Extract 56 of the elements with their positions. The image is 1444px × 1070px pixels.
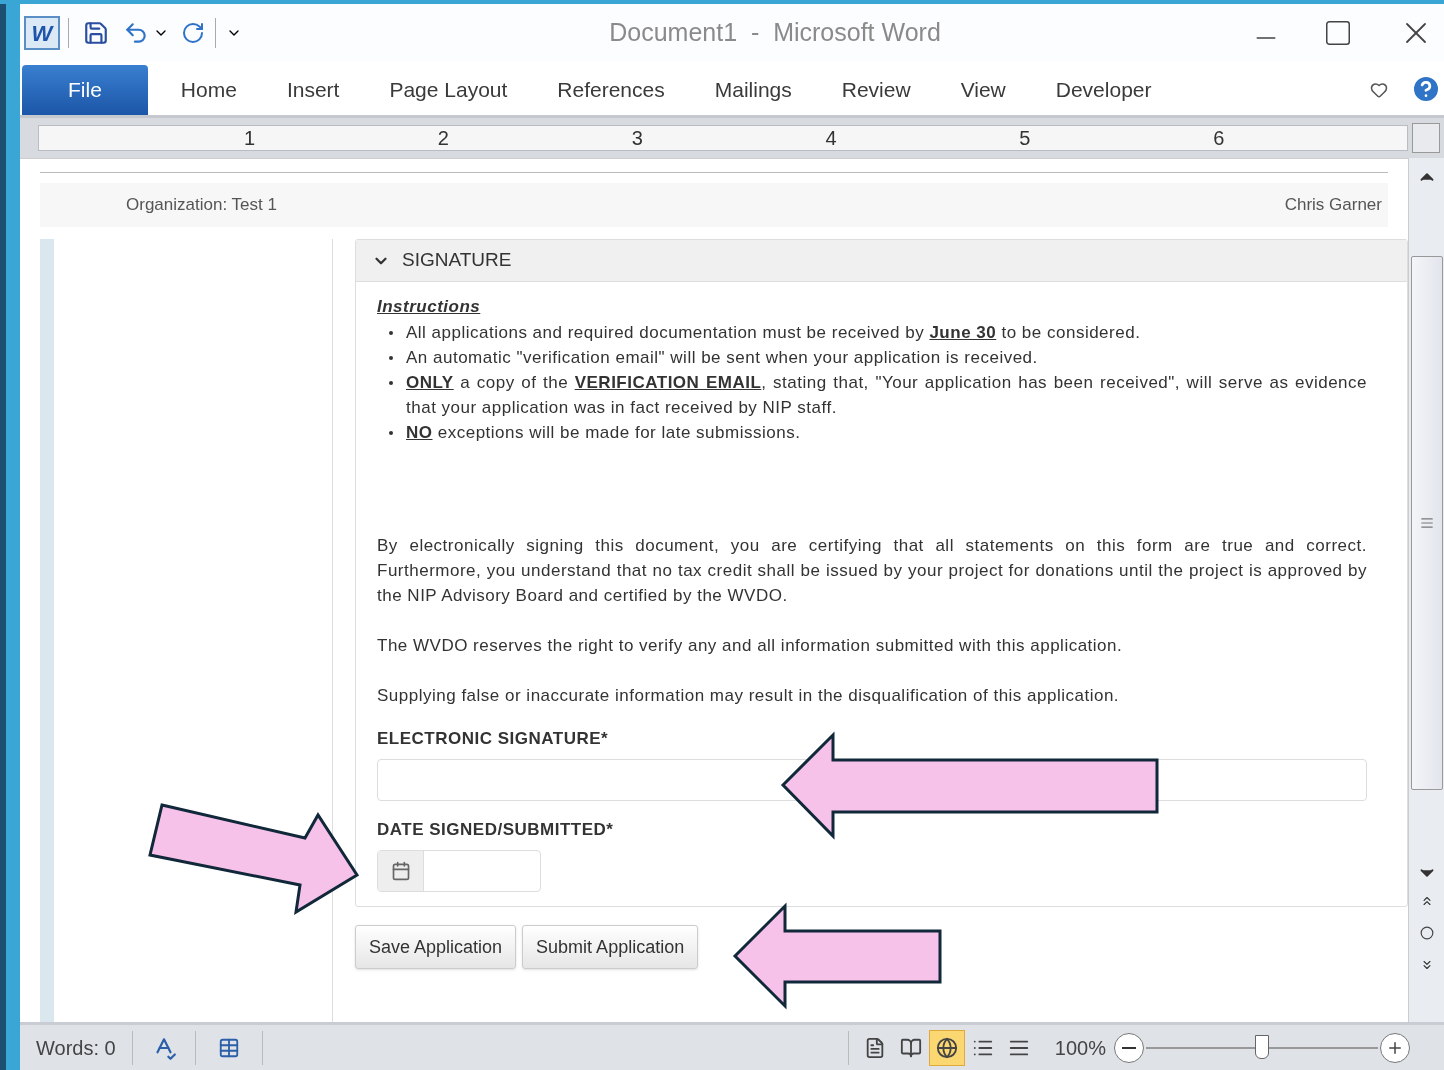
undo-icon[interactable]	[123, 20, 149, 46]
web-view-icon	[935, 1036, 958, 1059]
ruler-number: 5	[1019, 126, 1032, 151]
ruler-number: 6	[1213, 126, 1226, 151]
ribbon-tab[interactable]: Developer	[1030, 65, 1177, 115]
ribbon-tab[interactable]: Page Layout	[364, 65, 533, 115]
reading-view-icon	[899, 1036, 922, 1059]
view-button[interactable]	[928, 1029, 965, 1066]
bullet-icon	[389, 381, 393, 385]
ribbon-tab[interactable]: Review	[816, 65, 936, 115]
ribbon-tab[interactable]: References	[532, 65, 690, 115]
ribbon-tab[interactable]: Insert	[261, 65, 365, 115]
zoom-slider-thumb[interactable]	[1255, 1034, 1269, 1059]
calendar-icon	[390, 861, 411, 881]
ribbon-tab[interactable]: Mailings	[689, 65, 817, 115]
ribbon-tab[interactable]: File	[22, 65, 148, 115]
grip-icon	[1419, 516, 1434, 530]
zoom-level[interactable]: 100%	[1054, 1032, 1106, 1063]
instructions-heading: Instructions	[377, 296, 481, 318]
paragraph: The WVDO reserves the right to verify any and all information submitted with this application.	[377, 635, 1124, 657]
organization-label: Organization: Test 1	[126, 194, 277, 217]
instruction-item: ONLY a copy of the VERIFICATION EMAIL, stating that, "Your application has been received", will serve as evidence that your application was in fact received by NIP staff.	[406, 372, 1367, 419]
ribbon-tab[interactable]: Home	[155, 65, 262, 115]
bullet-icon	[389, 356, 393, 360]
form-button[interactable]: Submit Application	[522, 925, 699, 969]
ruler-toggle-button[interactable]	[1412, 123, 1440, 153]
minus-icon	[1122, 1046, 1136, 1049]
scroll-thumb[interactable]	[1410, 256, 1443, 790]
ribbon-tab[interactable]: View	[935, 65, 1031, 115]
form-button[interactable]: Save Application	[355, 925, 517, 969]
word-count[interactable]: Words: 0	[20, 1030, 133, 1065]
instruction-item: NO exceptions will be made for late submissions.	[406, 422, 801, 444]
save-icon[interactable]	[83, 20, 109, 46]
field-label: ELECTRONIC SIGNATURE*	[377, 728, 610, 750]
word-logo[interactable]: W	[24, 16, 60, 50]
zoom-in-button[interactable]	[1380, 1032, 1410, 1063]
ruler-number: 3	[631, 126, 644, 151]
date-input-field[interactable]	[377, 850, 541, 892]
zoom-out-button[interactable]	[1114, 1032, 1144, 1063]
field-label: DATE SIGNED/SUBMITTED*	[377, 819, 615, 841]
instruction-item: All applications and required documentation must be received by June 30 to be considered.	[406, 322, 1141, 344]
ruler-number: 1	[244, 126, 257, 151]
ruler[interactable]: 1 2 3 4 5 6	[38, 125, 1408, 151]
user-name: Chris Garner	[1284, 194, 1382, 217]
browse-object-icon[interactable]	[1419, 926, 1434, 940]
instruction-item: An automatic "verification email" will be sent when your application is received.	[406, 347, 1038, 369]
bullet-icon	[389, 331, 393, 335]
vertical-scrollbar[interactable]	[1408, 158, 1444, 1022]
window-title: Document1 - Microsoft Word	[609, 17, 941, 49]
paragraph: Supplying false or inaccurate information may result in the disqualification of this application.	[377, 685, 1121, 707]
bullet-icon	[389, 431, 393, 435]
redo-icon[interactable]	[181, 21, 205, 45]
ruler-number: 4	[825, 126, 838, 151]
ruler-number: 2	[437, 126, 450, 151]
section-header[interactable]: SIGNATURE	[356, 240, 1407, 282]
paragraph: By electronically signing this document, you are certifying that all statements on this form are true and correct. Furthermore, you understand that no tax credit shall be issued by your project for donations until the project is approved by the NIP Advisory Board and certified by the WVDO.	[377, 535, 1367, 607]
